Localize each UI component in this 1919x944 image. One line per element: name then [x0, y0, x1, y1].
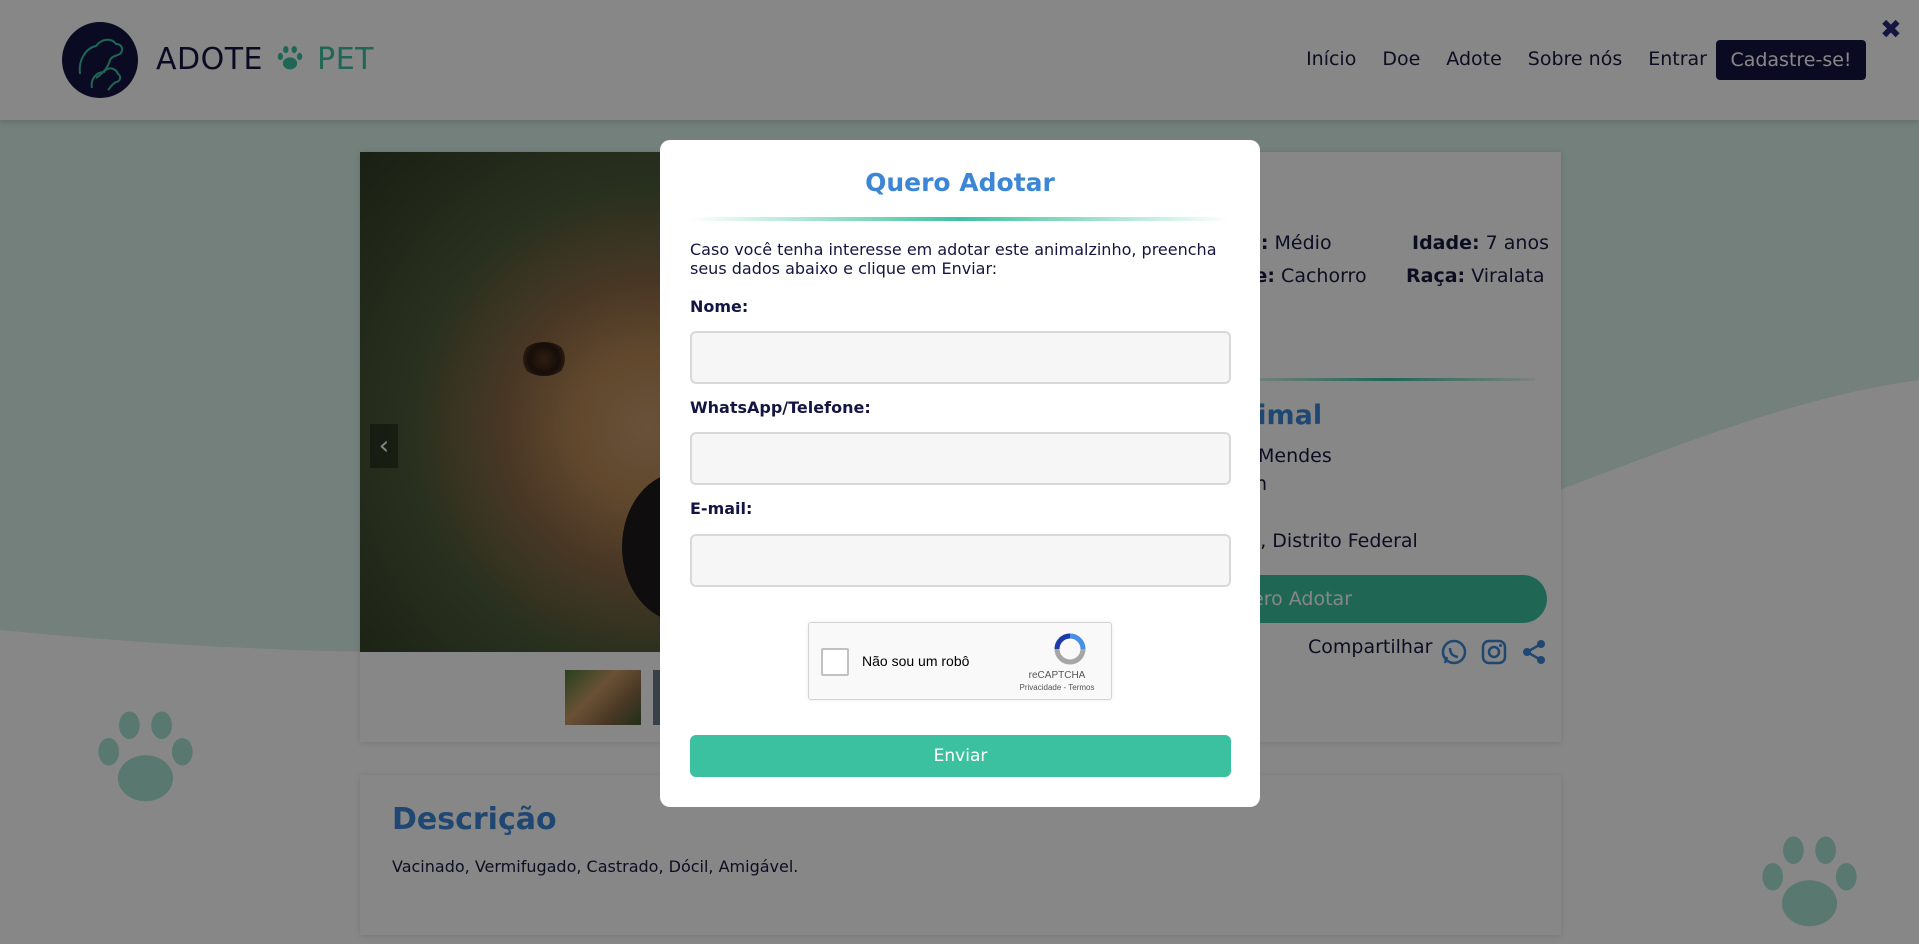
recaptcha-brand: reCAPTCHA	[1028, 670, 1086, 681]
modal-divider	[690, 217, 1230, 221]
name-label: Nome:	[690, 297, 749, 316]
name-input[interactable]	[690, 331, 1231, 384]
modal-intro-text: Caso você tenha interesse em adotar este…	[690, 240, 1217, 278]
submit-button[interactable]: Enviar	[690, 735, 1231, 777]
email-input[interactable]	[690, 534, 1231, 587]
recaptcha-widget: Não sou um robô reCAPTCHA Privacidade - …	[808, 622, 1112, 700]
modal-title: Quero Adotar	[865, 168, 1055, 197]
recaptcha-checkbox[interactable]	[821, 648, 849, 676]
recaptcha-label: Não sou um robô	[862, 653, 970, 669]
close-icon[interactable]: ✖	[1880, 15, 1902, 45]
email-label: E-mail:	[690, 499, 753, 518]
phone-label: WhatsApp/Telefone:	[690, 398, 871, 417]
recaptcha-links[interactable]: Privacidade - Termos	[1009, 683, 1105, 692]
recaptcha-icon	[1054, 633, 1086, 665]
phone-input[interactable]	[690, 432, 1231, 485]
adopt-modal: Quero Adotar Caso você tenha interesse e…	[660, 140, 1260, 807]
